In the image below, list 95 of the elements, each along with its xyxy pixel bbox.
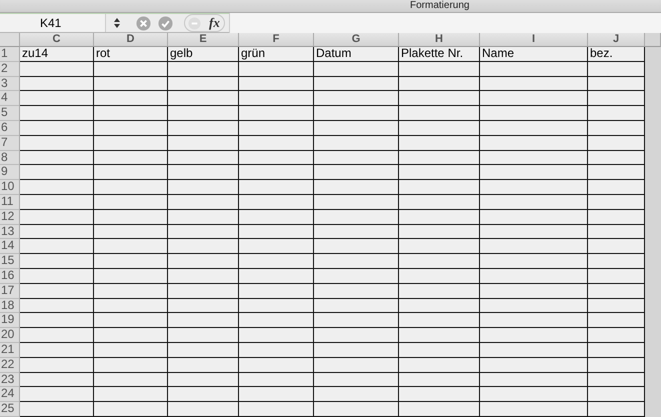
row-header[interactable]: 1 — [0, 47, 20, 62]
table-cell — [168, 194, 239, 210]
row-header[interactable]: 6 — [0, 120, 20, 136]
table-cell — [168, 372, 239, 388]
row-header[interactable]: 23 — [0, 372, 20, 388]
table-cell — [168, 387, 239, 402]
row-header[interactable]: 16 — [0, 268, 20, 284]
column-header[interactable]: G — [314, 33, 399, 47]
table-cell — [168, 210, 239, 225]
table-cell — [588, 62, 645, 77]
row-header[interactable]: 15 — [0, 254, 20, 269]
table-cell: zu14 — [20, 47, 94, 62]
table-cell — [588, 136, 645, 151]
row-header[interactable]: 3 — [0, 76, 20, 92]
table-cell — [168, 76, 239, 92]
table-cell — [168, 342, 239, 358]
row-header[interactable]: 12 — [0, 210, 20, 225]
table-cell: Plakette Nr. — [399, 47, 480, 62]
row-header[interactable]: 2 — [0, 62, 20, 77]
table-cell — [588, 284, 645, 299]
table-cell — [588, 76, 645, 92]
row-header[interactable]: 8 — [0, 150, 20, 166]
table-cell — [168, 180, 239, 195]
table-cell — [588, 254, 645, 269]
table-cell — [588, 402, 645, 417]
table-cell — [168, 358, 239, 373]
table-cell — [168, 91, 239, 106]
table-cell — [168, 402, 239, 417]
table-cell — [168, 284, 239, 299]
table-cell — [168, 136, 239, 151]
table-cell — [588, 387, 645, 402]
table-cell — [588, 106, 645, 121]
column-header[interactable]: D — [94, 33, 168, 47]
column-header[interactable]: C — [20, 33, 94, 47]
table-cell — [168, 239, 239, 254]
table-cell — [588, 328, 645, 343]
table-cell — [588, 268, 645, 284]
row-header[interactable]: 24 — [0, 387, 20, 402]
row-header[interactable]: 14 — [0, 239, 20, 254]
table-cell — [168, 298, 239, 314]
table-cell — [168, 268, 239, 284]
table-cell — [168, 150, 239, 166]
table-cell — [588, 358, 645, 373]
table-cell — [588, 194, 645, 210]
row-header[interactable]: 13 — [0, 224, 20, 240]
row-header[interactable]: 17 — [0, 284, 20, 299]
table-cell — [588, 224, 645, 240]
table-cell: Datum — [314, 47, 399, 62]
row-header[interactable]: 20 — [0, 328, 20, 343]
row-header[interactable]: 5 — [0, 106, 20, 121]
table-cell — [168, 254, 239, 269]
column-header[interactable]: F — [239, 33, 314, 47]
table-cell — [168, 165, 239, 180]
column-header[interactable]: H — [399, 33, 480, 47]
row-header[interactable]: 25 — [0, 402, 20, 417]
row-header[interactable]: 9 — [0, 165, 20, 180]
column-header[interactable]: I — [480, 33, 588, 47]
confirm-icon[interactable] — [158, 16, 173, 30]
row-header[interactable]: 18 — [0, 298, 20, 314]
table-cell: gelb — [168, 47, 239, 62]
column-header[interactable]: E — [168, 33, 239, 47]
table-cell — [588, 165, 645, 180]
table-cell — [168, 313, 239, 328]
minus-icon[interactable] — [188, 16, 201, 30]
table-cell — [588, 120, 645, 136]
table-cell — [588, 239, 645, 254]
table-cell: grün — [239, 47, 314, 62]
row-header[interactable]: 4 — [0, 91, 20, 106]
table-cell — [588, 150, 645, 166]
row-header[interactable]: 11 — [0, 194, 20, 210]
name-box[interactable]: K41 — [0, 14, 106, 32]
table-cell — [588, 342, 645, 358]
table-cell — [168, 62, 239, 77]
table-cell — [168, 106, 239, 121]
table-cell: rot — [94, 47, 168, 62]
select-all-corner[interactable] — [0, 33, 20, 47]
table-cell — [588, 210, 645, 225]
column-header[interactable]: J — [588, 33, 645, 47]
table-cell — [588, 91, 645, 106]
table-cell: bez. — [588, 47, 645, 62]
cancel-icon[interactable] — [136, 16, 151, 30]
row-header[interactable]: 21 — [0, 342, 20, 358]
table-cell — [588, 180, 645, 195]
table-cell — [168, 120, 239, 136]
table-cell — [588, 298, 645, 314]
row-header[interactable]: 19 — [0, 313, 20, 328]
table-cell — [168, 224, 239, 240]
toolbar-label: Formatierung — [410, 0, 470, 12]
row-header[interactable]: 10 — [0, 180, 20, 195]
table-cell — [588, 372, 645, 388]
row-header[interactable]: 7 — [0, 136, 20, 151]
table-cell — [588, 313, 645, 328]
row-header[interactable]: 22 — [0, 358, 20, 373]
table-cell: Name — [480, 47, 588, 62]
table-cell — [168, 328, 239, 343]
